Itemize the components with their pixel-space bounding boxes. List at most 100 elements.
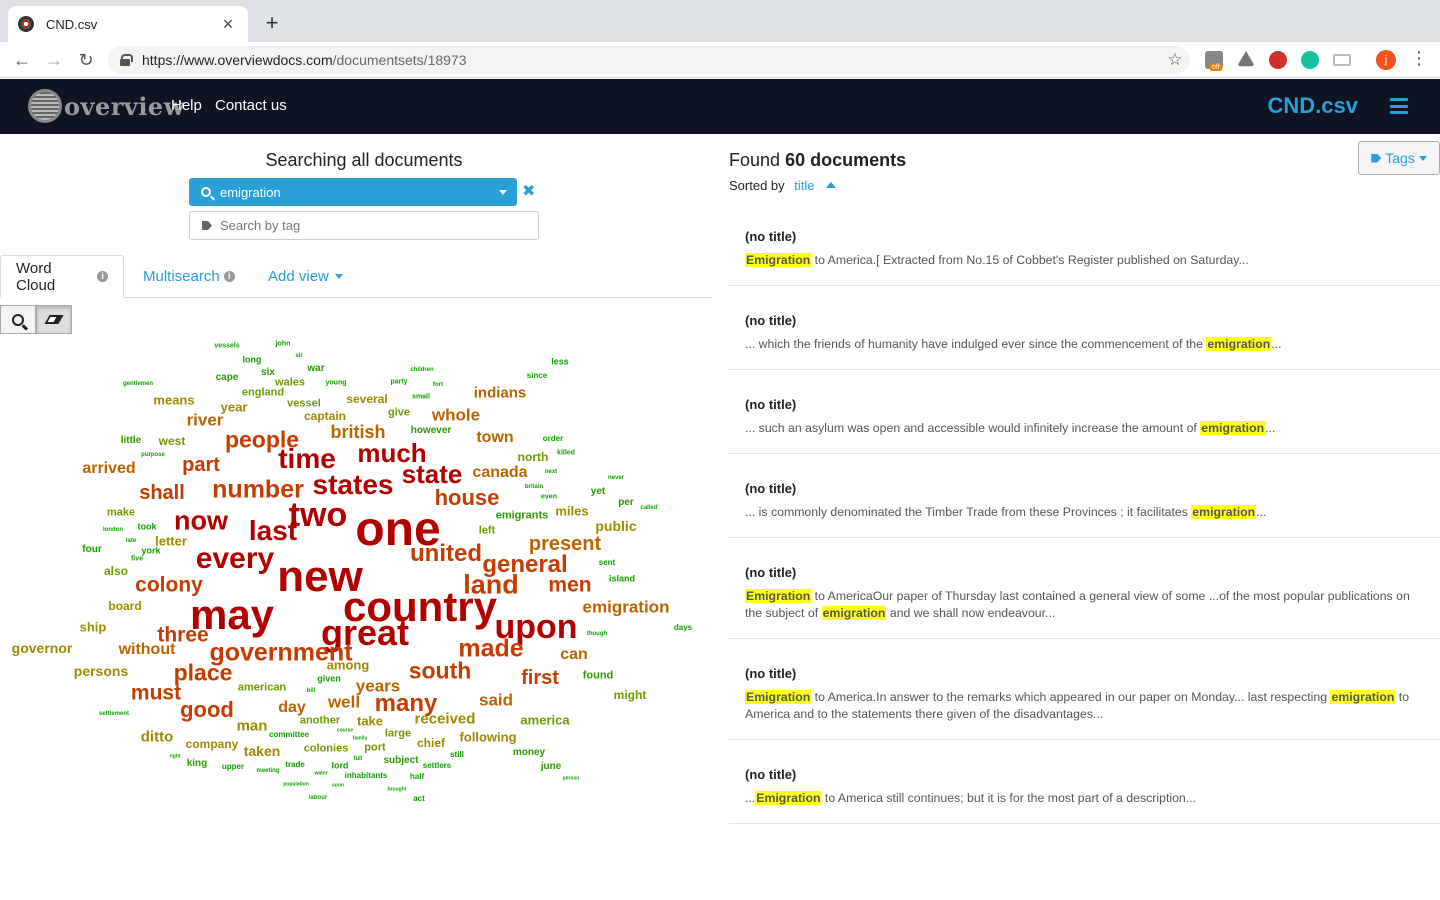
word-cloud-term[interactable]: subject — [383, 756, 418, 766]
word-cloud-term[interactable]: four — [82, 545, 101, 555]
word-cloud-term[interactable]: little — [121, 436, 142, 446]
word-cloud-term[interactable]: among — [327, 659, 370, 672]
word-cloud-term[interactable]: must — [131, 683, 181, 704]
word-cloud-term[interactable]: united — [410, 542, 482, 566]
word-cloud-term[interactable]: received — [415, 712, 476, 727]
word-cloud-term[interactable]: emigration — [583, 599, 670, 616]
word-cloud-term[interactable]: make — [107, 507, 135, 519]
word-cloud-term[interactable]: without — [119, 642, 176, 658]
word-cloud-term[interactable]: settlement — [99, 711, 129, 717]
word-cloud-term[interactable]: years — [356, 678, 400, 695]
word-cloud-term[interactable]: part — [182, 455, 220, 475]
word-cloud-term[interactable]: captain — [304, 410, 346, 422]
word-cloud-term[interactable]: well — [328, 694, 360, 711]
word-cloud-term[interactable]: killed — [557, 450, 575, 457]
contact-link[interactable]: Contact us — [215, 97, 287, 114]
word-cloud-term[interactable]: york — [141, 546, 160, 556]
word-cloud-term[interactable]: persons — [74, 664, 128, 678]
word-cloud-term[interactable]: town — [476, 430, 513, 446]
overview-logo[interactable]: overview — [28, 89, 185, 123]
word-cloud-term[interactable]: half — [410, 773, 424, 781]
word-cloud-term[interactable]: inhabitants — [345, 772, 388, 780]
word-cloud-term[interactable]: long — [243, 355, 262, 365]
word-cloud-term[interactable]: taken — [244, 744, 281, 758]
document-row[interactable]: (no title) ... is commonly denominated th… — [729, 454, 1440, 538]
word-cloud-term[interactable]: south — [409, 659, 472, 683]
word-cloud-term[interactable]: six — [261, 368, 275, 378]
word-cloud-term[interactable]: another — [300, 715, 340, 727]
word-cloud-term[interactable]: purpose — [141, 452, 165, 458]
hamburger-menu-icon[interactable] — [1390, 98, 1408, 114]
clear-search-icon[interactable]: ✖ — [522, 181, 535, 201]
word-cloud-term[interactable]: place — [174, 661, 233, 685]
sort-field-link[interactable]: title — [794, 178, 814, 193]
word-cloud-term[interactable]: first — [521, 668, 559, 688]
word-cloud-term[interactable]: large — [385, 728, 411, 740]
word-cloud-term[interactable]: good — [180, 699, 234, 721]
search-dropdown-caret-icon[interactable] — [499, 190, 507, 195]
word-cloud-term[interactable]: brought — [388, 787, 407, 793]
word-cloud-term[interactable]: shall — [139, 483, 185, 503]
word-cloud-term[interactable]: port — [364, 742, 385, 754]
word-cloud-term[interactable]: next — [545, 469, 557, 475]
word-cloud-term[interactable]: public — [595, 519, 636, 533]
word-cloud-term[interactable]: per — [618, 498, 634, 508]
word-cloud-term[interactable]: might — [614, 689, 647, 701]
tags-button[interactable]: Tags — [1358, 141, 1440, 175]
word-cloud-term[interactable]: britain — [525, 484, 543, 490]
word-cloud-term[interactable]: gentlemen — [123, 381, 153, 387]
help-link[interactable]: Help — [171, 97, 202, 114]
word-cloud-term[interactable]: order — [543, 435, 563, 443]
word-cloud-term[interactable]: labour — [309, 795, 327, 801]
word-cloud-term[interactable]: last — [249, 517, 297, 545]
document-set-name[interactable]: CND.csv — [1268, 93, 1358, 119]
eraser-tool-button[interactable] — [36, 305, 72, 334]
word-cloud-term[interactable]: several — [346, 393, 387, 405]
grammarly-extension-icon[interactable] — [1301, 51, 1319, 69]
word-cloud-term[interactable]: still — [450, 751, 464, 759]
bookmark-star-icon[interactable]: ☆ — [1160, 50, 1190, 70]
word-cloud-term[interactable]: ditto — [141, 730, 173, 745]
word-cloud-term[interactable]: said — [479, 692, 513, 709]
word-cloud-term[interactable]: money — [513, 748, 545, 758]
word-cloud-term[interactable]: sir — [295, 353, 302, 359]
word-cloud-term[interactable]: arrived — [82, 461, 135, 477]
word-cloud-term[interactable]: vessels — [214, 343, 239, 350]
url-text[interactable]: https://www.overviewdocs.com/documentset… — [142, 52, 1160, 68]
document-row[interactable]: (no title) ... such an asylum was open an… — [729, 370, 1440, 454]
word-cloud-term[interactable]: given — [317, 674, 341, 684]
word-cloud-term[interactable]: give — [388, 407, 410, 419]
tab-close-icon[interactable]: × — [218, 14, 238, 35]
word-cloud-term[interactable]: american — [238, 682, 286, 694]
word-cloud-term[interactable]: sent — [599, 559, 615, 567]
browser-tab[interactable]: CND.csv × — [8, 6, 248, 42]
tab-word-cloud[interactable]: Word Cloud i — [0, 255, 124, 298]
word-cloud-term[interactable]: children — [410, 367, 433, 373]
word-cloud-term[interactable]: whole — [432, 407, 480, 424]
word-cloud-term[interactable]: john — [276, 341, 291, 348]
document-row[interactable]: (no title) ... which the friends of human… — [729, 286, 1440, 370]
word-cloud-term[interactable]: family — [353, 736, 367, 742]
search-tool-button[interactable] — [0, 305, 36, 334]
browser-menu-icon[interactable]: ⋮ — [1410, 48, 1428, 69]
word-cloud-term[interactable]: king — [187, 759, 208, 769]
word-cloud-term[interactable]: population — [283, 782, 309, 788]
word-cloud-term[interactable]: trade — [285, 761, 305, 769]
address-bar[interactable]: https://www.overviewdocs.com/documentset… — [108, 46, 1190, 74]
word-cloud-term[interactable]: following — [459, 731, 516, 744]
word-cloud-term[interactable]: though — [587, 631, 607, 637]
word-cloud-term[interactable]: however — [411, 426, 452, 436]
word-cloud-term[interactable]: wales — [275, 377, 305, 389]
word-cloud-term[interactable]: chief — [417, 737, 445, 749]
word-cloud-term[interactable]: war — [307, 364, 324, 374]
word-cloud-term[interactable]: party — [390, 379, 407, 386]
tag-search-input[interactable]: Search by tag — [189, 211, 539, 240]
word-cloud-term[interactable]: june — [541, 762, 562, 772]
word-cloud-term[interactable]: state — [402, 461, 463, 487]
word-cloud-term[interactable]: vessel — [287, 398, 321, 410]
word-cloud-term[interactable]: island — [609, 574, 635, 584]
word-cloud-term[interactable]: now — [174, 507, 228, 535]
word-cloud-term[interactable]: ship — [80, 621, 107, 634]
word-cloud-term[interactable]: found — [583, 670, 614, 682]
info-icon[interactable]: i — [97, 271, 108, 282]
